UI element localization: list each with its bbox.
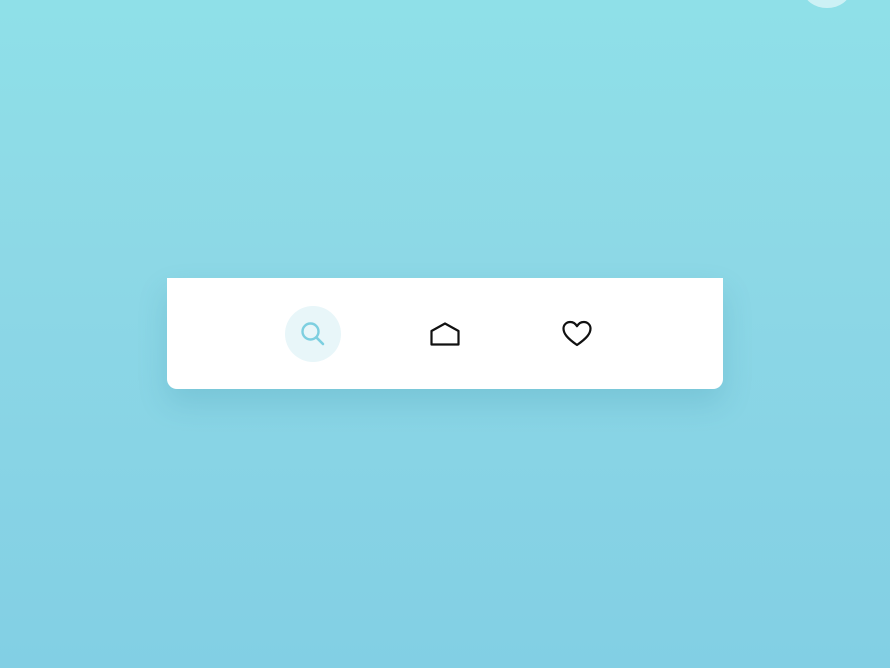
bottom-navigation-bar (167, 278, 723, 389)
nav-item-search[interactable] (285, 306, 341, 362)
search-icon (301, 322, 325, 346)
corner-avatar-edge (804, 0, 850, 8)
heart-icon (562, 320, 592, 347)
nav-item-home[interactable] (417, 306, 473, 362)
home-icon (430, 322, 460, 346)
nav-item-favorites[interactable] (549, 306, 605, 362)
